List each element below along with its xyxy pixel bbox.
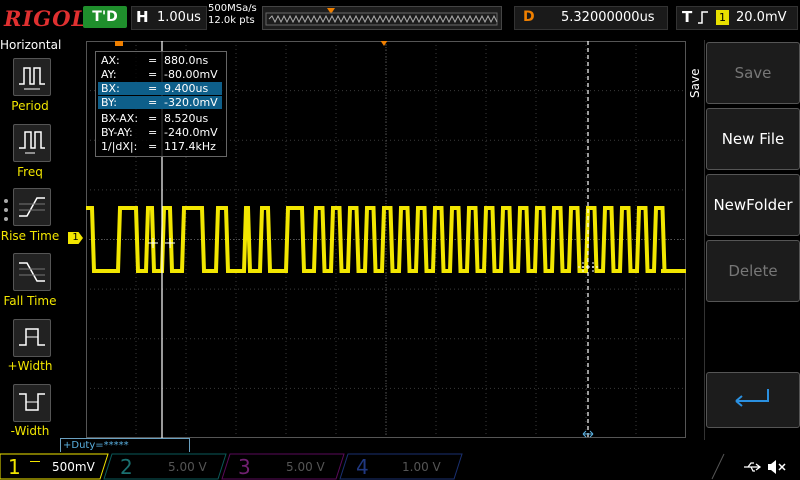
delay-label: D: [523, 9, 535, 25]
cursor-readout-panel: AX: = 880.0ns AY: = -80.00mV BX: = 9.400…: [95, 51, 227, 157]
frequency-button[interactable]: [13, 124, 51, 162]
negative-width-icon: [19, 393, 45, 411]
trigger-source: 1: [716, 10, 729, 25]
memory-waveform-thumbnail: [265, 8, 498, 26]
ch1-coupling-icon: [30, 461, 40, 462]
speaker-muted-icon[interactable]: [766, 459, 786, 475]
delay-value: 5.32000000us: [561, 10, 655, 25]
trigger-position-marker: [380, 41, 388, 46]
timebase-value: 1.00us: [157, 10, 201, 25]
ref-marker: [115, 41, 123, 46]
ch1-offset-marker[interactable]: 1: [68, 232, 83, 244]
readout-value: 9.400us: [164, 82, 209, 95]
readout-eq: =: [148, 112, 158, 125]
readout-eq: =: [148, 82, 158, 95]
delete-button[interactable]: Delete: [706, 240, 800, 302]
readout-row-ax: AX: = 880.0ns: [98, 54, 222, 67]
ch4-scale: 1.00 V: [402, 460, 441, 474]
acquisition-info: 500MSa/s 12.0k pts: [208, 3, 257, 27]
trigger-label: T: [682, 8, 693, 26]
readout-key: BY:: [101, 96, 117, 109]
new-file-button[interactable]: New File: [706, 108, 800, 170]
menu-title: Save: [688, 68, 702, 98]
rigol-logo: RIGOL: [4, 6, 88, 31]
readout-row-ay: AY: = -80.00mV: [98, 68, 222, 81]
positive-width-icon: [19, 328, 45, 346]
menu-title-strip: Save: [686, 40, 705, 440]
memory-depth: 12.0k pts: [208, 15, 255, 26]
readout-key: 1/|dX|:: [101, 140, 138, 153]
trigger-box[interactable]: T 1 20.0mV: [676, 6, 798, 30]
negative-width-label: -Width: [10, 424, 50, 438]
sample-rate: 500MSa/s: [208, 3, 257, 14]
freq-label: Freq: [17, 165, 43, 179]
readout-eq: =: [148, 126, 158, 139]
positive-width-button[interactable]: [13, 319, 51, 357]
positive-width-label: +Width: [7, 359, 53, 373]
trigger-level: 20.0mV: [736, 10, 787, 25]
ch3-scale: 5.00 V: [286, 460, 325, 474]
fall-time-button[interactable]: [13, 253, 51, 291]
ch3-number[interactable]: 3: [238, 455, 251, 479]
ch4-number[interactable]: 4: [356, 455, 369, 479]
rise-time-label: Rise Time: [0, 229, 60, 243]
timebase-box[interactable]: H 1.00us: [131, 6, 207, 30]
readout-value: -80.00mV: [164, 68, 218, 81]
readout-row-bx[interactable]: BX: = 9.400us: [98, 82, 222, 95]
horizontal-label: H: [136, 8, 149, 26]
channel-status-bar: 1 500mV 2 5.00 V 3 5.00 V 4 1.00 V: [0, 452, 800, 480]
new-folder-button[interactable]: NewFolder: [706, 174, 800, 236]
period-label: Period: [11, 99, 49, 113]
panel-title: Horizontal: [0, 38, 62, 52]
ch2-number[interactable]: 2: [120, 455, 133, 479]
ch2-scale: 5.00 V: [168, 460, 207, 474]
frequency-icon: [19, 131, 45, 154]
rising-edge-icon: [698, 11, 708, 24]
run-status-badge[interactable]: T'D: [83, 6, 127, 28]
readout-eq: =: [148, 140, 158, 153]
rise-time-icon: [19, 197, 45, 217]
readout-key: BX-AX:: [101, 112, 139, 125]
readout-value: 8.520us: [164, 112, 209, 125]
period-icon: [19, 67, 45, 90]
fall-time-icon: [19, 262, 45, 282]
enter-button[interactable]: [706, 372, 800, 428]
readout-value: 880.0ns: [164, 54, 209, 67]
duty-measurement[interactable]: +Duty=*****: [60, 438, 190, 453]
readout-value: -320.0mV: [164, 96, 218, 109]
rise-time-button[interactable]: [13, 188, 51, 226]
readout-row-by-ay: BY-AY: = -240.0mV: [98, 126, 222, 139]
save-menu-panel: Save Save New File NewFolder Delete: [686, 36, 800, 460]
enter-icon: [735, 389, 769, 407]
readout-value: -240.0mV: [164, 126, 218, 139]
readout-value: 117.4kHz: [164, 140, 216, 153]
ch1-scale: 500mV: [52, 460, 95, 474]
fall-time-label: Fall Time: [3, 294, 57, 308]
top-status-bar: RIGOL T'D H 1.00us 500MSa/s 12.0k pts D …: [0, 0, 800, 36]
readout-eq: =: [148, 54, 158, 67]
menu-page-dots: [4, 199, 8, 221]
negative-width-button[interactable]: [13, 384, 51, 422]
readout-row-bx-ax: BX-AX: = 8.520us: [98, 112, 222, 125]
usb-icon: [744, 462, 762, 472]
readout-eq: =: [148, 68, 158, 81]
delay-box[interactable]: D 5.32000000us: [514, 6, 668, 30]
readout-key: AY:: [101, 68, 117, 81]
readout-row-by[interactable]: BY: = -320.0mV: [98, 96, 222, 109]
save-button[interactable]: Save: [706, 42, 800, 104]
horizontal-measure-panel: Horizontal Period Freq Rise Time Fall Ti…: [0, 36, 62, 460]
period-button[interactable]: [13, 58, 51, 96]
memory-window-indicator: [262, 6, 502, 30]
readout-key: BY-AY:: [101, 126, 133, 139]
readout-key: BX:: [101, 82, 120, 95]
ch1-number[interactable]: 1: [8, 455, 21, 479]
readout-eq: =: [148, 96, 158, 109]
readout-row-inv-dx: 1/|dX|: = 117.4kHz: [98, 140, 222, 153]
readout-key: AX:: [101, 54, 120, 67]
